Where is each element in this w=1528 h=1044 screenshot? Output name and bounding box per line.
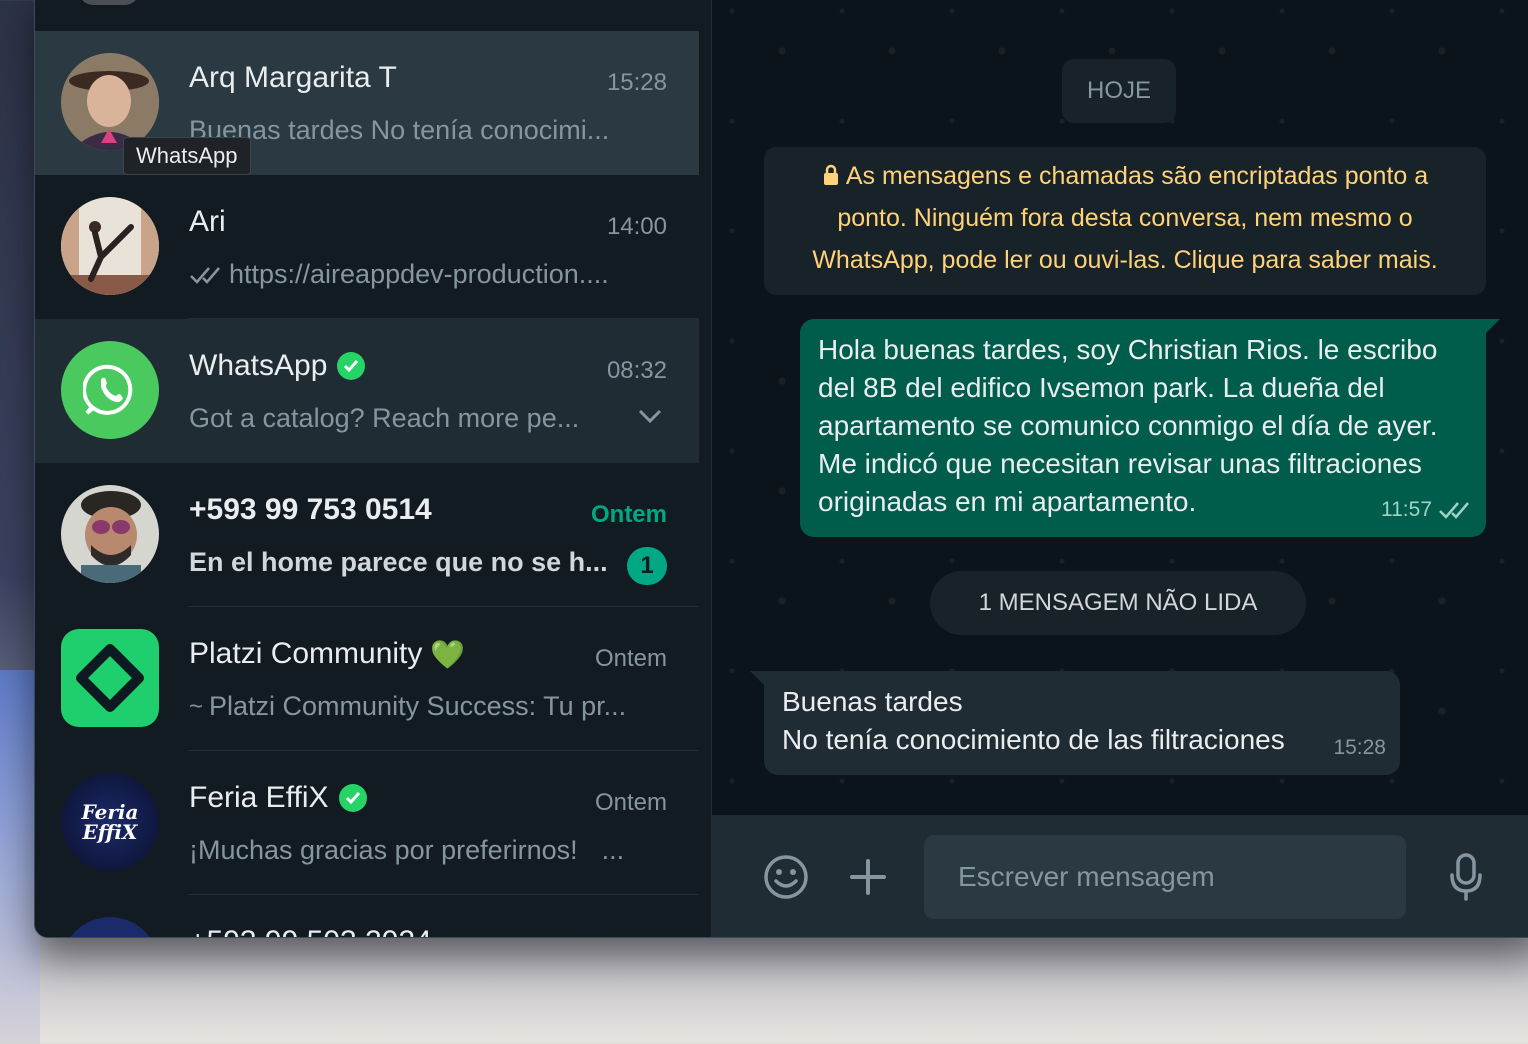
chat-time: Ontem [594, 645, 667, 672]
chat-preview: Got a catalog? Reach more pe... [189, 403, 580, 433]
avatar [61, 197, 159, 295]
mic-icon[interactable] [1448, 853, 1484, 901]
chat-time: 14:00 [606, 213, 667, 240]
verified-icon [338, 784, 367, 812]
incoming-message[interactable]: Buenas tardes No tenía conocimiento de l… [750, 671, 1400, 775]
message-meta: 11:57 [1381, 491, 1472, 529]
chat-time: Ontem [590, 501, 667, 528]
chat-item-whatsapp[interactable]: WhatsApp 08:32 Got a catalog? Reach more… [35, 319, 699, 463]
chat-item-ari[interactable]: Ari 14:00 https://aireappdev-production.… [35, 175, 699, 319]
encryption-notice[interactable]: As mensagens e chamadas são encriptadas … [764, 147, 1486, 295]
chat-name: +593 99 753 0514 [189, 493, 432, 526]
chat-item-593-99-503[interactable]: +593 99 503 2024 [35, 895, 699, 937]
chat-item-593-99-753[interactable]: +593 99 753 0514 Ontem En el home parece… [35, 463, 699, 607]
message-time: 15:28 [1333, 736, 1386, 759]
chat-preview: Buenas tardes No tenía conocimi... [189, 115, 610, 145]
chat-preview-ellipsis: ... [601, 835, 625, 865]
message-input[interactable] [924, 835, 1406, 919]
avatar [61, 917, 159, 937]
avatar: Feria EffiX [61, 773, 159, 871]
chat-time: 08:32 [606, 357, 667, 384]
chat-preview: Platzi Community Success: Tu pr... [209, 691, 627, 721]
double-check-icon [190, 266, 220, 284]
chat-preview-wrap: https://aireappdev-production.... [189, 259, 609, 290]
chat-preview-wrap: ~ Platzi Community Success: Tu pr... [189, 691, 626, 722]
outgoing-message[interactable]: Hola buenas tardes, soy Christian Rios. … [800, 319, 1500, 537]
chat-preview: https://aireappdev-production.... [229, 259, 609, 289]
whatsapp-logo-icon [83, 364, 133, 415]
conversation-pane: HOJE As mensagens e chamadas são encript… [711, 0, 1528, 937]
chat-name-wrap: WhatsApp [189, 349, 367, 383]
chat-name: Ari [189, 205, 226, 238]
chat-name: Arq Margarita T [189, 61, 397, 94]
double-check-icon [1439, 502, 1469, 519]
unread-badge: 1 [627, 547, 667, 585]
emoji-icon[interactable] [762, 853, 810, 901]
chat-time: 15:28 [606, 69, 667, 96]
chevron-down-icon[interactable] [637, 407, 663, 425]
chat-item-feria-effix[interactable]: Feria EffiX Feria EffiX Ontem ¡Muchas gr… [35, 751, 699, 895]
date-chip: HOJE [1062, 59, 1176, 123]
avatar [61, 341, 159, 439]
message-line: Buenas tardes [782, 686, 963, 717]
unread-divider: 1 MENSAGEM NÃO LIDA [930, 571, 1306, 635]
plus-icon[interactable] [848, 857, 888, 897]
message-line: No tenía conocimiento de las filtracione… [782, 724, 1285, 755]
avatar-logo-text: Feria EffiX [81, 800, 139, 844]
chat-time: Ontem [594, 789, 667, 816]
chat-name: +593 99 503 2024 [189, 925, 432, 937]
encryption-text: As mensagens e chamadas são encriptadas … [812, 162, 1438, 274]
chat-name: Platzi Community [189, 637, 423, 670]
chat-list: Arq Margarita T 15:28 Buenas tardes No t… [35, 0, 699, 937]
green-heart-icon: 💚 [430, 638, 466, 670]
chat-item-platzi[interactable]: Platzi Community 💚 Ontem ~ Platzi Communi… [35, 607, 699, 751]
chat-name: Feria EffiX [189, 781, 329, 814]
chat-preview-prefix: ~ [189, 692, 204, 720]
chat-item-arq-margarita[interactable]: Arq Margarita T 15:28 Buenas tardes No t… [35, 31, 699, 175]
platzi-logo-icon [76, 644, 144, 712]
message-text: Hola buenas tardes, soy Christian Rios. … [818, 334, 1438, 517]
message-time: 11:57 [1381, 498, 1432, 521]
whatsapp-window: Arq Margarita T 15:28 Buenas tardes No t… [34, 0, 1528, 938]
chat-name: WhatsApp [189, 349, 328, 382]
chat-name-wrap: Platzi Community 💚 [189, 637, 465, 671]
chat-preview-wrap: ¡Muchas gracias por preferirnos! ... [189, 835, 624, 866]
tooltip: WhatsApp [123, 137, 251, 175]
avatar [61, 485, 159, 583]
avatar-partial [79, 0, 139, 5]
composer-bar [712, 815, 1528, 937]
lock-icon [823, 164, 838, 185]
chat-name-wrap: Feria EffiX [189, 781, 369, 815]
chat-preview: En el home parece que no se h... [189, 547, 608, 577]
chat-preview: ¡Muchas gracias por preferirnos! [189, 835, 578, 865]
avatar [61, 629, 159, 727]
verified-icon [337, 352, 366, 380]
